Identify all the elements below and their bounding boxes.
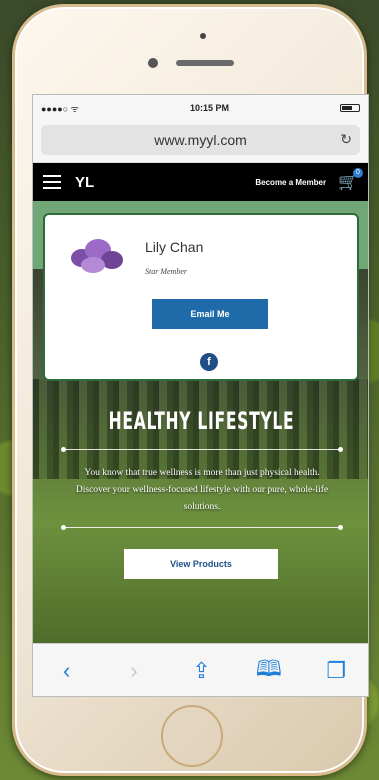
speaker-grille	[176, 60, 234, 66]
browser-toolbar: ‹ › ⇪ 🕮 ❐	[33, 643, 368, 696]
front-camera	[148, 58, 158, 68]
email-me-button[interactable]: Email Me	[152, 299, 268, 329]
avatar	[67, 235, 125, 275]
cart-icon[interactable]: 🛒 0	[338, 168, 363, 192]
home-button[interactable]	[161, 705, 223, 767]
book-icon[interactable]: 🕮	[254, 652, 284, 690]
cart-badge: 0	[353, 168, 363, 178]
url-text: www.myyl.com	[154, 132, 247, 148]
profile-card: Lily Chan Star Member Email Me f	[43, 213, 359, 381]
member-name: Lily Chan	[145, 239, 204, 255]
view-products-button[interactable]: View Products	[124, 549, 278, 579]
address-bar-container: www.myyl.com ↻	[33, 121, 368, 163]
signal-icon: ●●●●○ ᯤ	[41, 103, 79, 114]
chevron-left-icon[interactable]: ‹	[52, 658, 82, 684]
hamburger-menu-icon[interactable]	[43, 175, 61, 189]
divider-top	[61, 447, 343, 452]
chevron-right-icon[interactable]: ›	[119, 658, 149, 684]
hero-section: Lily Chan Star Member Email Me f HEALTHY…	[33, 201, 368, 643]
tabs-icon[interactable]: ❐	[321, 658, 351, 684]
earpiece-dot	[200, 33, 206, 39]
reload-icon[interactable]: ↻	[340, 131, 352, 148]
battery-icon	[340, 104, 360, 112]
become-member-link[interactable]: Become a Member	[255, 178, 326, 187]
facebook-icon[interactable]: f	[200, 353, 218, 371]
address-bar[interactable]: www.myyl.com ↻	[41, 125, 360, 155]
young-living-logo[interactable]: Y͏L	[75, 174, 94, 191]
phone-screen: ●●●●○ ᯤ 10:15 PM www.myyl.com ↻ Y͏L Beco…	[32, 94, 369, 697]
divider-bottom	[61, 525, 343, 530]
status-time: 10:15 PM	[189, 103, 229, 113]
hero-intro-text: You know that true wellness is more than…	[75, 468, 329, 512]
status-bar: ●●●●○ ᯤ 10:15 PM	[33, 95, 368, 121]
member-rank: Star Member	[145, 267, 187, 276]
share-icon[interactable]: ⇪	[186, 658, 216, 684]
site-navbar: Y͏L Become a Member 🛒 0	[33, 163, 368, 201]
hero-headline: HEALTHY LIFESTYLE	[108, 407, 295, 435]
